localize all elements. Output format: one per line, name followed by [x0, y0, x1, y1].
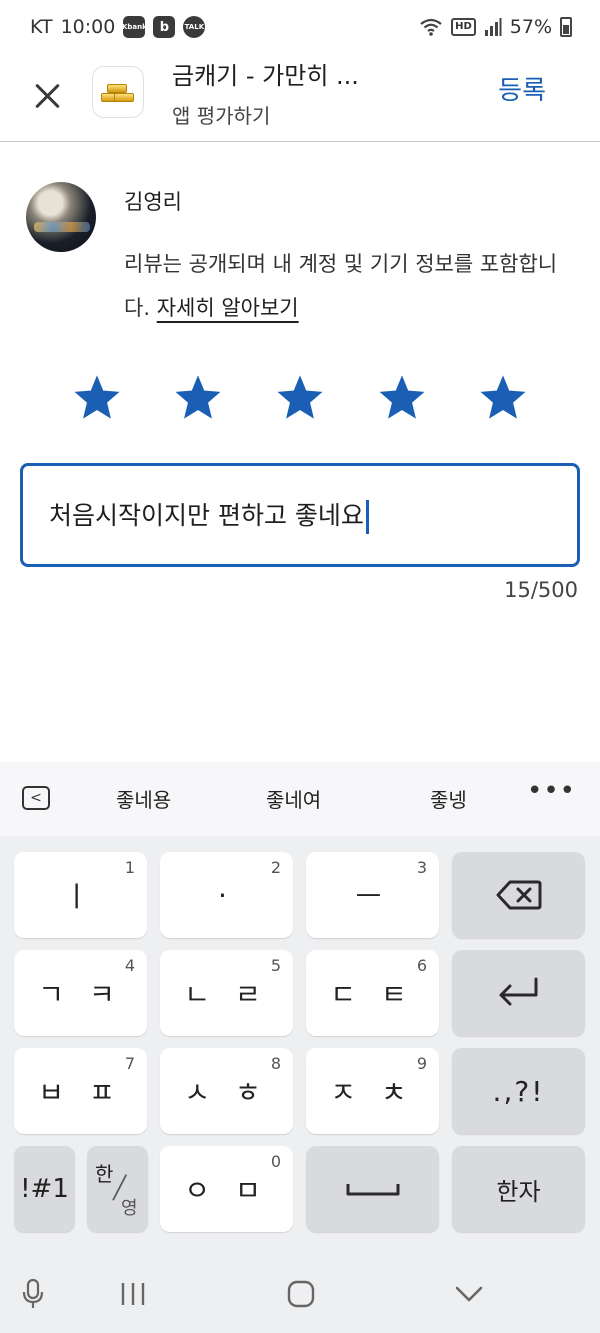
- status-bar: KT 10:00 Kbank b TALK HD 57%: [0, 0, 600, 56]
- key-0[interactable]: 0 ㅇ ㅁ: [160, 1146, 293, 1232]
- character-counter: 15/500: [504, 578, 578, 602]
- star-icon: [175, 375, 221, 419]
- enter-key[interactable]: [452, 950, 585, 1036]
- key-8-label: ㅅ ㅎ: [184, 1076, 269, 1109]
- text-caret: [365, 500, 369, 534]
- home-icon[interactable]: [276, 1274, 326, 1314]
- key-4-label: ㄱ ㅋ: [38, 978, 123, 1011]
- key-6[interactable]: 6 ㄷ ㅌ: [306, 950, 439, 1036]
- key-2[interactable]: 2 ·: [160, 852, 293, 938]
- star-5[interactable]: [452, 372, 554, 424]
- kbank-notification-icon: Kbank: [122, 16, 147, 38]
- keyboard: < 좋네용 좋네여 좋넹 ••• 1 ㅣ 2 · 3 ㅡ 4 ㄱ ㅋ 5 ㄴ ㄹ…: [0, 762, 600, 1333]
- avatar: [26, 182, 96, 252]
- suggestion-3[interactable]: 좋넹: [430, 784, 467, 813]
- review-input[interactable]: 처음시작이지만 편하고 좋네요: [20, 463, 580, 567]
- backspace-key[interactable]: [452, 852, 585, 938]
- page-subtitle: 앱 평가하기: [172, 104, 271, 128]
- learn-more-link[interactable]: 자세히 알아보기: [157, 296, 299, 320]
- key-8[interactable]: 8 ㅅ ㅎ: [160, 1048, 293, 1134]
- star-rating[interactable]: [46, 372, 554, 424]
- clock: 10:00: [60, 16, 116, 38]
- recent-apps-icon[interactable]: [108, 1274, 158, 1314]
- star-icon: [480, 375, 526, 419]
- review-text[interactable]: 처음시작이지만 편하고 좋네요: [49, 496, 369, 534]
- status-right: HD 57%: [419, 16, 572, 38]
- user-name: 김영리: [124, 190, 182, 214]
- key-3-number: 3: [416, 858, 427, 877]
- hd-voice-icon: HD: [451, 18, 476, 36]
- review-text-value: 처음시작이지만 편하고 좋네요: [49, 501, 364, 530]
- star-1[interactable]: [46, 372, 148, 424]
- hanja-label: 한자: [496, 1177, 541, 1206]
- punctuation-label: .,?!: [492, 1074, 545, 1108]
- hide-keyboard-icon[interactable]: [444, 1274, 494, 1314]
- key-5-number: 5: [270, 956, 281, 975]
- space-key[interactable]: [306, 1146, 439, 1232]
- navigation-bar: [0, 1252, 600, 1333]
- close-icon[interactable]: [26, 74, 70, 118]
- key-1-number: 1: [124, 858, 135, 877]
- suggestion-1[interactable]: 좋네용: [116, 784, 171, 813]
- symbols-label: !#1: [20, 1174, 69, 1204]
- collapse-suggestions-icon[interactable]: <: [22, 786, 50, 810]
- key-0-label: ㅇ ㅁ: [184, 1174, 269, 1207]
- key-4[interactable]: 4 ㄱ ㅋ: [14, 950, 147, 1036]
- b-notification-icon: b: [153, 16, 176, 38]
- key-7-number: 7: [124, 1054, 135, 1073]
- language-english-label: 영: [121, 1198, 138, 1219]
- key-1[interactable]: 1 ㅣ: [14, 852, 147, 938]
- space-icon: [346, 1184, 399, 1196]
- carrier-label: KT: [30, 16, 53, 38]
- key-1-label: ㅣ: [63, 880, 98, 913]
- key-6-label: ㄷ ㅌ: [330, 978, 415, 1011]
- key-9[interactable]: 9 ㅈ ㅊ: [306, 1048, 439, 1134]
- star-2[interactable]: [148, 372, 250, 424]
- backspace-icon: [496, 880, 541, 910]
- key-7[interactable]: 7 ㅂ ㅍ: [14, 1048, 147, 1134]
- kakaotalk-notification-icon: TALK: [183, 16, 206, 38]
- symbols-key[interactable]: !#1: [14, 1146, 75, 1232]
- star-icon: [379, 375, 425, 419]
- language-switch-key[interactable]: 한 ╱ 영: [87, 1146, 148, 1232]
- suggestion-bar: < 좋네용 좋네여 좋넹 •••: [0, 762, 600, 836]
- key-7-label: ㅂ ㅍ: [38, 1076, 123, 1109]
- key-5-label: ㄴ ㄹ: [184, 978, 269, 1011]
- review-header: 금캐기 - 가만히 ... 앱 평가하기 등록: [0, 56, 600, 142]
- battery-percent: 57%: [509, 16, 552, 38]
- battery-icon: [560, 17, 572, 37]
- more-options-icon[interactable]: •••: [527, 776, 576, 806]
- key-2-label: ·: [218, 878, 235, 912]
- star-3[interactable]: [249, 372, 351, 424]
- enter-icon: [499, 977, 537, 1006]
- key-8-number: 8: [270, 1054, 281, 1073]
- status-left: KT 10:00 Kbank b TALK: [30, 16, 206, 38]
- signal-icon: [484, 18, 502, 36]
- key-2-number: 2: [270, 858, 281, 877]
- key-3-label: ㅡ: [355, 880, 390, 913]
- microphone-icon[interactable]: [8, 1274, 58, 1314]
- key-9-number: 9: [416, 1054, 427, 1073]
- key-3[interactable]: 3 ㅡ: [306, 852, 439, 938]
- key-4-number: 4: [124, 956, 135, 975]
- hanja-key[interactable]: 한자: [452, 1146, 585, 1232]
- star-4[interactable]: [351, 372, 453, 424]
- privacy-notice: 리뷰는 공개되며 내 계정 및 기기 정보를 포함합니다. 자세히 알아보기: [124, 242, 564, 330]
- key-0-number: 0: [270, 1152, 281, 1171]
- wifi-icon: [420, 18, 442, 36]
- punctuation-key[interactable]: .,?!: [452, 1048, 585, 1134]
- language-korean-label: 한: [95, 1162, 114, 1186]
- suggestion-2[interactable]: 좋네여: [266, 784, 321, 813]
- app-title: 금캐기 - 가만히 ...: [172, 62, 359, 90]
- star-icon: [277, 375, 323, 419]
- submit-button[interactable]: 등록: [498, 70, 546, 107]
- key-5[interactable]: 5 ㄴ ㄹ: [160, 950, 293, 1036]
- key-6-number: 6: [416, 956, 427, 975]
- gold-bars-icon: [92, 66, 144, 118]
- key-9-label: ㅈ ㅊ: [330, 1076, 415, 1109]
- star-icon: [74, 375, 120, 419]
